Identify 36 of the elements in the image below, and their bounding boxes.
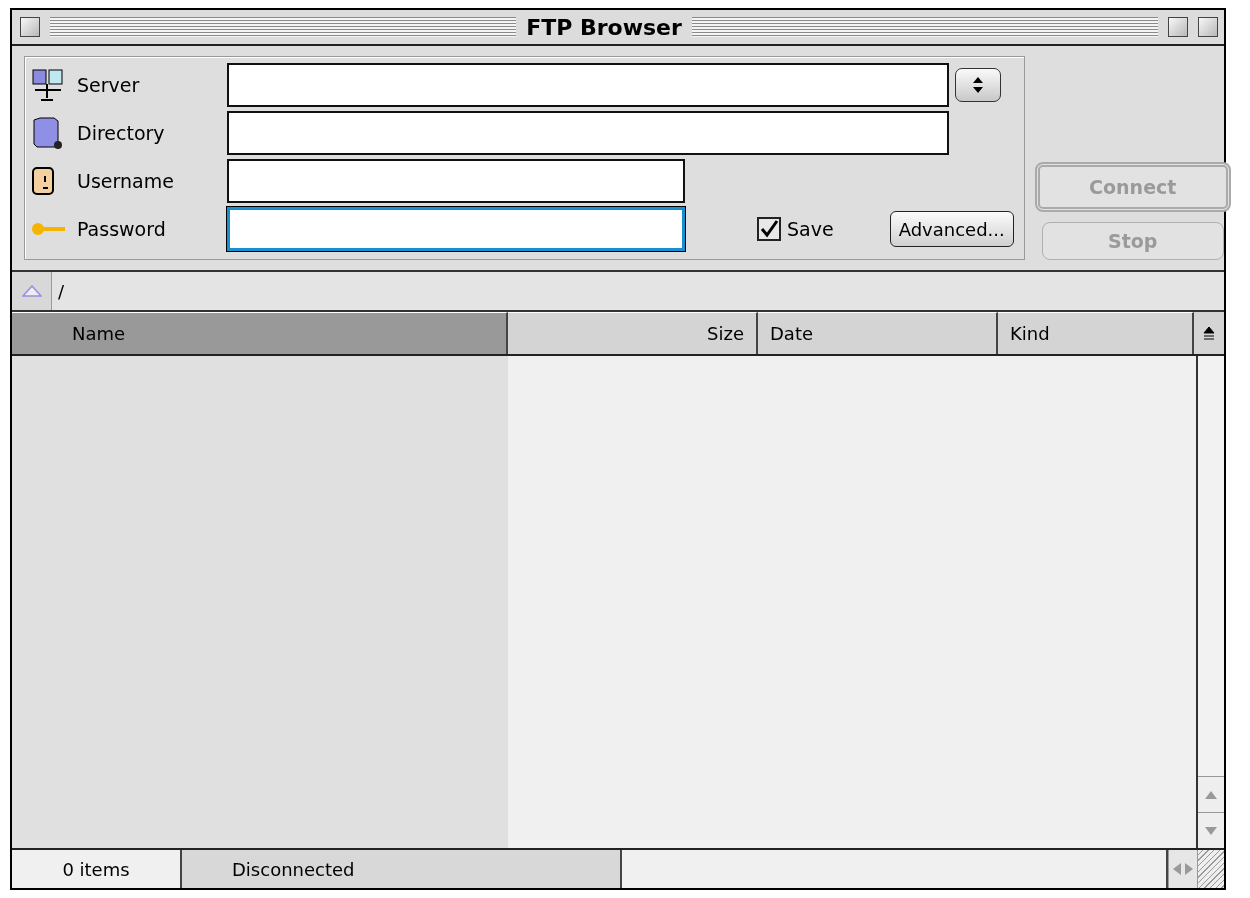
column-header[interactable]: Kind [998,312,1194,354]
connection-status: Disconnected [182,850,622,888]
folder-icon [31,116,63,150]
input-field[interactable] [227,111,949,155]
computers-icon [31,68,65,102]
resize-grip[interactable] [1197,850,1224,888]
column-header[interactable]: Size [508,312,758,354]
save-checkbox[interactable]: Save [757,217,834,241]
field-label: Username [76,170,175,192]
column-header[interactable]: Name [12,312,508,354]
collapse-button[interactable] [1198,17,1218,37]
up-down-arrows-icon [972,76,984,94]
path-text: / [57,280,65,302]
up-arrow-icon [1205,790,1217,799]
down-arrow-icon [1205,826,1217,835]
sort-icon [1203,326,1215,340]
field-label: Password [76,218,167,240]
key-icon [31,221,67,237]
input-field[interactable] [227,63,949,107]
input-field[interactable] [227,207,685,251]
item-count: 0 items [12,850,182,888]
window-title: FTP Browser [526,14,682,40]
face-icon [31,166,55,196]
field-label: Server [76,74,141,96]
advanced-button[interactable]: Advanced... [889,211,1014,247]
right-arrow-icon [1185,863,1193,875]
sort-order-button[interactable] [1194,312,1224,354]
input-field[interactable] [227,159,685,203]
left-arrow-icon [1173,863,1181,875]
field-label: Directory [76,122,166,144]
triangle-icon [21,285,42,297]
column-header[interactable]: Date [758,312,998,354]
check-icon [759,219,779,239]
zoom-button[interactable] [1168,17,1188,37]
dropdown-button[interactable] [955,68,1001,102]
close-button[interactable] [20,17,40,37]
